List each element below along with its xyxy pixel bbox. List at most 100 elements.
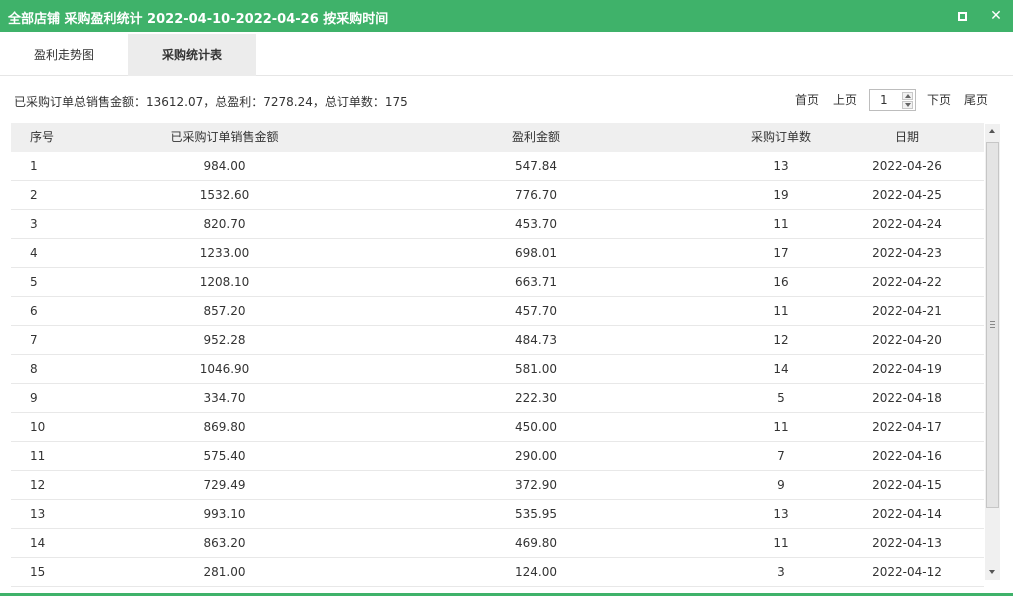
table-row[interactable]: 9 334.70 222.30 5 2022-04-18 [11, 384, 984, 413]
cell-index: 8 [30, 362, 38, 376]
table-row[interactable]: 15 281.00 124.00 3 2022-04-12 [11, 558, 984, 587]
cell-profit: 372.90 [515, 478, 557, 492]
cell-orders: 19 [773, 188, 789, 202]
cell-profit: 581.00 [515, 362, 557, 376]
cell-profit: 290.00 [515, 449, 557, 463]
cell-orders: 12 [773, 333, 789, 347]
table-row[interactable]: 11 575.40 290.00 7 2022-04-16 [11, 442, 984, 471]
stats-table: 序号 已采购订单销售金额 盈利金额 采购订单数 日期 1 984.00 547.84… [11, 123, 984, 589]
cell-sales: 952.28 [203, 333, 246, 347]
table-row[interactable]: 5 1208.10 663.71 16 2022-04-22 [11, 268, 984, 297]
cell-sales: 1532.60 [199, 188, 250, 202]
first-page-link[interactable]: 首页 [795, 89, 819, 111]
cell-index: 14 [30, 536, 46, 550]
cell-orders: 11 [773, 420, 789, 434]
close-button[interactable]: ✕ [988, 8, 1004, 24]
table-row[interactable]: 14 863.20 469.80 11 2022-04-13 [11, 529, 984, 558]
tab-profit-trend[interactable]: 盈利走势图 [0, 34, 128, 76]
stepper-down-icon[interactable] [902, 101, 913, 109]
table-row[interactable]: 12 729.49 372.90 9 2022-04-15 [11, 471, 984, 500]
tab-bar: 盈利走势图 采购统计表 [0, 32, 1013, 76]
cell-orders: 11 [773, 536, 789, 550]
cell-profit: 450.00 [515, 420, 557, 434]
stepper-up-icon[interactable] [902, 92, 913, 100]
cell-date: 2022-04-20 [872, 333, 942, 347]
table-row[interactable]: 2 1532.60 776.70 19 2022-04-25 [11, 181, 984, 210]
page-number-value: 1 [880, 93, 888, 107]
page-number-stepper[interactable]: 1 [869, 89, 916, 111]
scroll-down-icon[interactable] [985, 565, 1000, 580]
cell-index: 4 [30, 246, 38, 260]
cell-profit: 547.84 [515, 159, 557, 173]
maximize-button[interactable] [955, 8, 971, 24]
cell-profit: 222.30 [515, 391, 557, 405]
cell-profit: 469.80 [515, 536, 557, 550]
table-row[interactable]: 10 869.80 450.00 11 2022-04-17 [11, 413, 984, 442]
cell-sales: 869.80 [203, 420, 246, 434]
scroll-up-icon[interactable] [985, 124, 1000, 139]
cell-orders: 11 [773, 217, 789, 231]
cell-orders: 13 [773, 507, 789, 521]
column-header-orders: 采购订单数 [750, 130, 811, 144]
cell-sales: 857.20 [203, 304, 246, 318]
cell-date: 2022-04-17 [872, 420, 942, 434]
scrollbar-thumb[interactable] [986, 142, 999, 508]
cell-sales: 863.20 [203, 536, 246, 550]
maximize-icon [958, 12, 967, 21]
cell-orders: 17 [773, 246, 789, 260]
cell-date: 2022-04-19 [872, 362, 942, 376]
table-row[interactable]: 3 820.70 453.70 11 2022-04-24 [11, 210, 984, 239]
cell-orders: 13 [773, 159, 789, 173]
window-titlebar: 全部店铺 采购盈利统计 2022-04-10-2022-04-26 按采购时间 … [0, 0, 1013, 32]
cell-sales: 993.10 [203, 507, 246, 521]
cell-sales: 729.49 [203, 478, 246, 492]
cell-date: 2022-04-24 [872, 217, 942, 231]
cell-index: 3 [30, 217, 38, 231]
column-header-index: 序号 [30, 130, 55, 144]
cell-date: 2022-04-15 [872, 478, 942, 492]
cell-index: 12 [30, 478, 46, 492]
cell-date: 2022-04-25 [872, 188, 942, 202]
cell-profit: 124.00 [515, 565, 557, 579]
column-header-date: 日期 [894, 130, 919, 144]
last-page-link[interactable]: 尾页 [964, 89, 988, 111]
table-row[interactable]: 8 1046.90 581.00 14 2022-04-19 [11, 355, 984, 384]
cell-profit: 535.95 [515, 507, 557, 521]
cell-sales: 281.00 [203, 565, 246, 579]
cell-profit: 776.70 [515, 188, 557, 202]
table-row[interactable]: 7 952.28 484.73 12 2022-04-20 [11, 326, 984, 355]
cell-date: 2022-04-12 [872, 565, 942, 579]
cell-orders: 16 [773, 275, 789, 289]
cell-index: 10 [30, 420, 46, 434]
cell-orders: 7 [777, 449, 785, 463]
cell-sales: 820.70 [203, 217, 246, 231]
cell-sales: 1208.10 [199, 275, 250, 289]
summary-text: 已采购订单总销售金额：13612.07，总盈利：7278.24，总订单数：175 [14, 95, 408, 109]
window-title: 全部店铺 采购盈利统计 2022-04-10-2022-04-26 按采购时间 [8, 12, 389, 27]
table-row[interactable]: 6 857.20 457.70 11 2022-04-21 [11, 297, 984, 326]
vertical-scrollbar[interactable] [985, 124, 1000, 580]
cell-sales: 1046.90 [199, 362, 250, 376]
cell-date: 2022-04-16 [872, 449, 942, 463]
cell-date: 2022-04-13 [872, 536, 942, 550]
cell-index: 13 [30, 507, 46, 521]
cell-index: 9 [30, 391, 38, 405]
cell-index: 11 [30, 449, 46, 463]
cell-profit: 484.73 [515, 333, 557, 347]
table-row[interactable]: 13 993.10 535.95 13 2022-04-14 [11, 500, 984, 529]
cell-date: 2022-04-18 [872, 391, 942, 405]
cell-date: 2022-04-23 [872, 246, 942, 260]
prev-page-link[interactable]: 上页 [833, 89, 857, 111]
column-header-profit: 盈利金额 [511, 130, 560, 144]
cell-index: 2 [30, 188, 38, 202]
table-row[interactable]: 1 984.00 547.84 13 2022-04-26 [11, 152, 984, 181]
cell-date: 2022-04-26 [872, 159, 942, 173]
tab-purchase-stats[interactable]: 采购统计表 [128, 34, 256, 76]
cell-profit: 457.70 [515, 304, 557, 318]
cell-sales: 575.40 [203, 449, 246, 463]
table-row[interactable]: 4 1233.00 698.01 17 2022-04-23 [11, 239, 984, 268]
cell-profit: 453.70 [515, 217, 557, 231]
next-page-link[interactable]: 下页 [927, 89, 951, 111]
cell-date: 2022-04-22 [872, 275, 942, 289]
table-header: 序号 已采购订单销售金额 盈利金额 采购订单数 日期 [11, 123, 984, 152]
